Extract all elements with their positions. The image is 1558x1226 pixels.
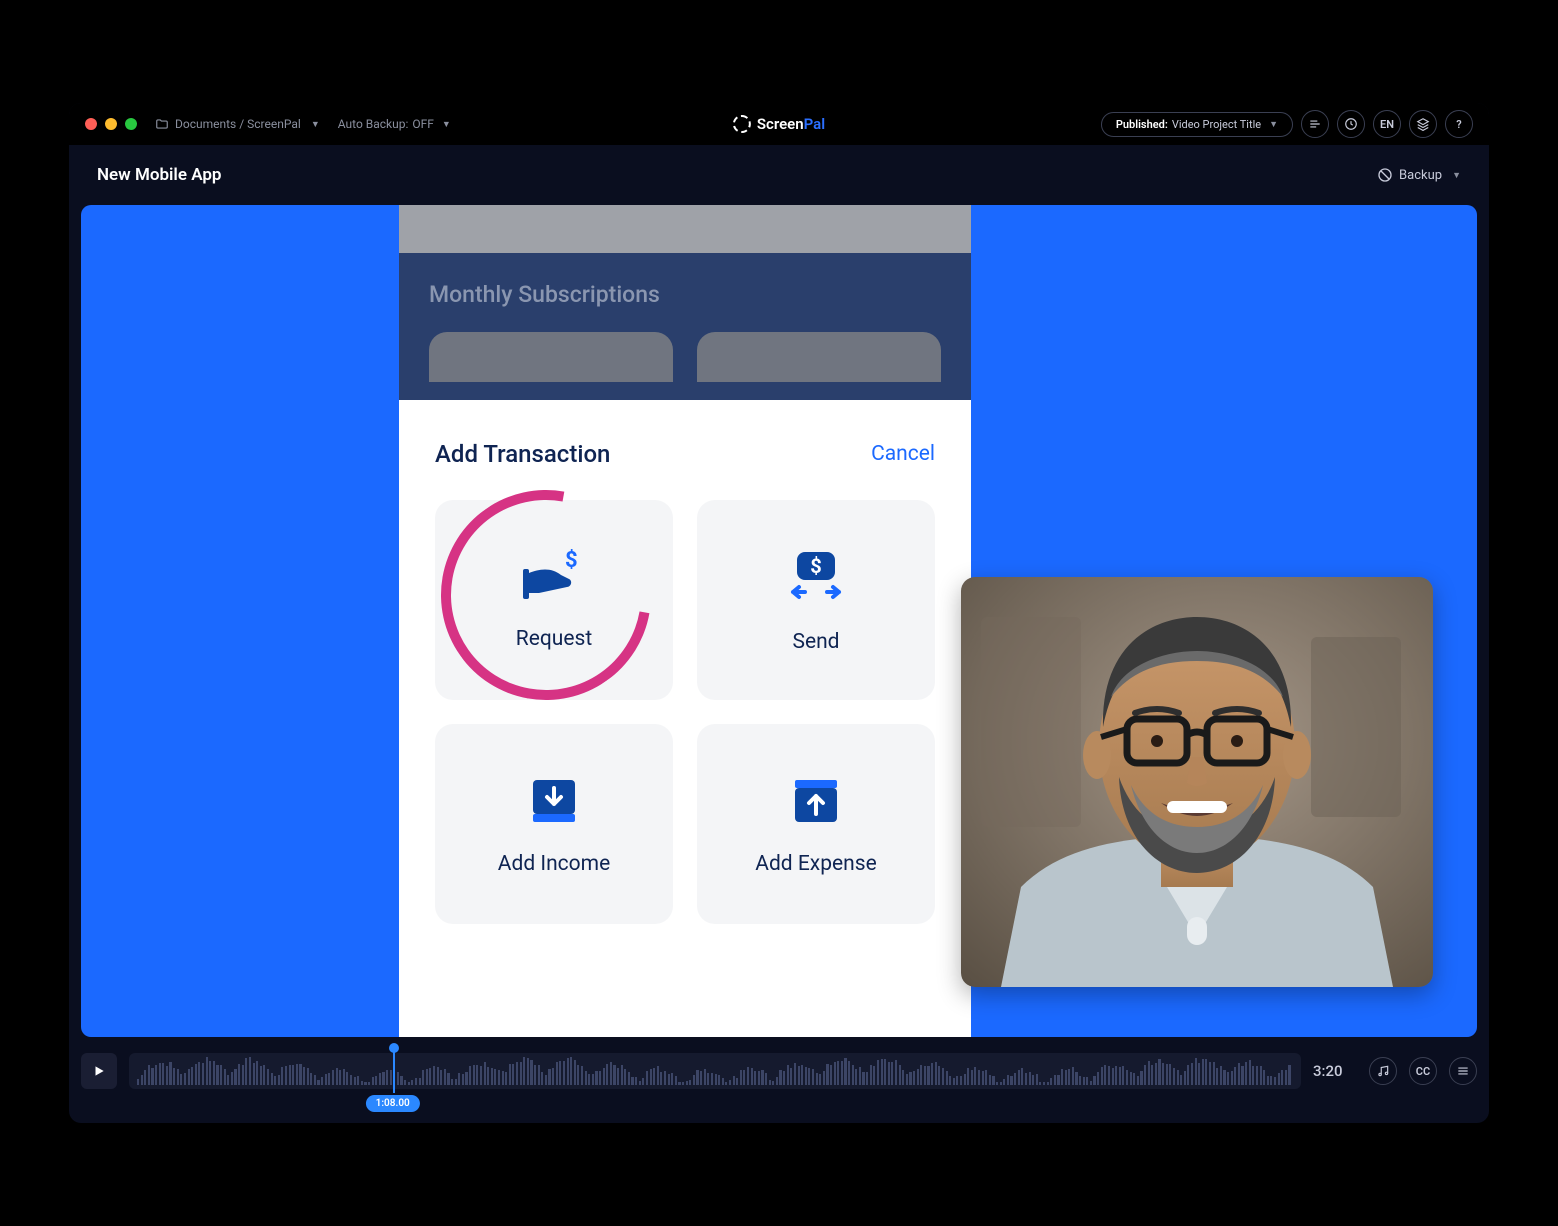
captions-button[interactable]: CC xyxy=(1409,1057,1437,1085)
backup-button[interactable]: Backup ▼ xyxy=(1377,167,1461,183)
subscription-cards xyxy=(399,332,971,400)
playhead[interactable] xyxy=(393,1049,395,1093)
app-window: Documents / ScreenPal ▼ Auto Backup: OFF… xyxy=(69,103,1489,1123)
language-button[interactable]: EN xyxy=(1373,110,1401,138)
history-icon xyxy=(1344,117,1358,131)
subscription-card xyxy=(697,332,941,382)
tile-label: Send xyxy=(792,630,839,654)
request-tile[interactable]: $ Request xyxy=(435,500,673,700)
add-expense-icon xyxy=(787,772,845,830)
play-button[interactable] xyxy=(81,1053,117,1089)
list-button[interactable] xyxy=(1301,110,1329,138)
cancel-button[interactable]: Cancel xyxy=(871,442,935,466)
waveform xyxy=(129,1053,1301,1089)
history-button[interactable] xyxy=(1337,110,1365,138)
help-button[interactable]: ? xyxy=(1445,110,1473,138)
send-tile[interactable]: $ Send xyxy=(697,500,935,700)
breadcrumb[interactable]: Documents / ScreenPal ▼ xyxy=(155,117,320,131)
send-icon: $ xyxy=(785,546,847,608)
add-income-tile[interactable]: Add Income xyxy=(435,724,673,924)
no-backup-icon xyxy=(1377,167,1393,183)
close-window-icon[interactable] xyxy=(85,118,97,130)
titlebar: Documents / ScreenPal ▼ Auto Backup: OFF… xyxy=(69,103,1489,145)
modal-title: Add Transaction xyxy=(435,440,610,468)
folder-icon xyxy=(155,117,169,131)
chevron-down-icon: ▼ xyxy=(1452,170,1461,181)
chevron-down-icon: ▼ xyxy=(311,119,320,130)
brand-logo: ScreenPal xyxy=(733,115,825,133)
chevron-down-icon: ▼ xyxy=(442,119,451,130)
music-button[interactable] xyxy=(1369,1057,1397,1085)
menu-icon xyxy=(1456,1064,1470,1078)
add-income-icon xyxy=(525,772,583,830)
play-icon xyxy=(92,1064,106,1078)
annotation-circle xyxy=(400,449,692,741)
project-title: New Mobile App xyxy=(97,165,221,185)
tile-label: Add Income xyxy=(498,852,610,876)
breadcrumb-text: Documents / ScreenPal xyxy=(175,117,301,131)
add-expense-tile[interactable]: Add Expense xyxy=(697,724,935,924)
section-title: Monthly Subscriptions xyxy=(429,281,941,308)
video-preview[interactable]: Monthly Subscriptions Add Transaction Ca… xyxy=(81,205,1477,1037)
playhead-time: 1:08.00 xyxy=(366,1095,420,1112)
video-canvas: Monthly Subscriptions Add Transaction Ca… xyxy=(69,205,1489,1037)
total-time: 3:20 xyxy=(1313,1062,1357,1080)
subscription-card xyxy=(429,332,673,382)
webcam-overlay[interactable] xyxy=(961,577,1433,987)
layers-icon xyxy=(1416,117,1430,131)
subheader: New Mobile App Backup ▼ xyxy=(69,145,1489,205)
phone-statusbar xyxy=(399,205,971,253)
phone-screen: Monthly Subscriptions Add Transaction Ca… xyxy=(399,205,971,1037)
list-icon xyxy=(1308,117,1322,131)
screenpal-logo-icon xyxy=(733,115,751,133)
music-icon xyxy=(1376,1064,1390,1078)
menu-button[interactable] xyxy=(1449,1057,1477,1085)
auto-backup-toggle[interactable]: Auto Backup: OFF ▼ xyxy=(338,117,451,131)
presenter-avatar xyxy=(961,577,1433,987)
window-controls[interactable] xyxy=(85,118,137,130)
timeline[interactable]: 1:08.00 xyxy=(129,1053,1301,1089)
publish-status-dropdown[interactable]: Published: Video Project Title ▼ xyxy=(1101,112,1293,137)
add-transaction-modal: Add Transaction Cancel $ xyxy=(399,400,971,970)
maximize-window-icon[interactable] xyxy=(125,118,137,130)
tile-label: Add Expense xyxy=(755,852,876,876)
layers-button[interactable] xyxy=(1409,110,1437,138)
phone-section: Monthly Subscriptions xyxy=(399,253,971,332)
playback-controls: 1:08.00 3:20 CC xyxy=(69,1037,1489,1123)
minimize-window-icon[interactable] xyxy=(105,118,117,130)
chevron-down-icon: ▼ xyxy=(1269,119,1278,130)
svg-text:$: $ xyxy=(810,554,821,578)
